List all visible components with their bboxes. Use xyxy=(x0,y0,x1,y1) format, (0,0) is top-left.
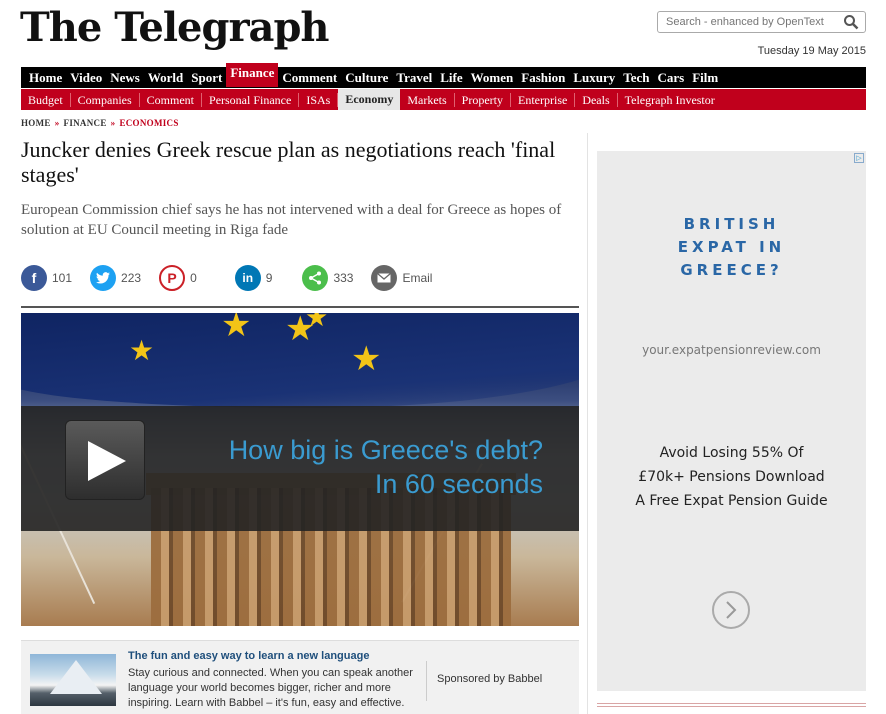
search-input[interactable] xyxy=(658,12,838,32)
subnav-isas[interactable]: ISAs xyxy=(299,92,339,107)
nav-home[interactable]: Home xyxy=(25,67,66,88)
subnav-deals[interactable]: Deals xyxy=(575,92,618,107)
mountain-image xyxy=(50,660,102,694)
share-facebook[interactable]: f 101 xyxy=(21,265,72,291)
nav-luxury[interactable]: Luxury xyxy=(569,67,619,88)
ad-url[interactable]: your.expatpensionreview.com xyxy=(597,343,866,357)
current-date: Tuesday 19 May 2015 xyxy=(757,45,866,57)
ad-body-line1: Avoid Losing 55% Of xyxy=(659,445,804,461)
promo-separator xyxy=(426,661,427,701)
article-standfirst: European Commission chief says he has no… xyxy=(21,202,562,238)
sharethis-count: 333 xyxy=(333,271,354,285)
promo-sponsor: Sponsored by Babbel xyxy=(437,673,543,685)
share-icon[interactable] xyxy=(302,265,329,291)
play-icon xyxy=(88,441,126,481)
linkedin-icon[interactable]: in xyxy=(234,265,261,291)
search-box[interactable] xyxy=(657,11,866,33)
secondary-nav: Budget Companies Comment Personal Financ… xyxy=(21,89,866,110)
nav-finance[interactable]: Finance xyxy=(226,62,279,87)
subnav-telegraph-investor[interactable]: Telegraph Investor xyxy=(618,93,722,107)
chevron-right-icon xyxy=(726,601,737,619)
promo-title[interactable]: The fun and easy way to learn a new lang… xyxy=(128,650,369,662)
nav-fashion[interactable]: Fashion xyxy=(517,67,569,88)
nav-life[interactable]: Life xyxy=(436,67,466,88)
promo-image[interactable] xyxy=(30,654,116,706)
subnav-markets[interactable]: Markets xyxy=(400,92,455,107)
ad-body-line3: A Free Expat Pension Guide xyxy=(635,493,828,509)
column-divider xyxy=(587,133,588,714)
ad-body-line2: £70k+ Pensions Download xyxy=(638,469,825,485)
nav-comment[interactable]: Comment xyxy=(278,67,341,88)
ad-headline-line1: BRITISH xyxy=(683,215,780,233)
breadcrumb-separator: » xyxy=(110,118,116,128)
pinterest-icon[interactable]: P xyxy=(159,265,186,291)
video-player[interactable]: ★ ★ ★ ★ ★ How big is Greece's debt? In 6… xyxy=(21,313,579,626)
facebook-count: 101 xyxy=(52,271,73,285)
facebook-icon[interactable]: f xyxy=(21,265,47,291)
star-icon: ★ xyxy=(129,336,155,367)
share-linkedin[interactable]: in 9 xyxy=(234,265,273,291)
subnav-enterprise[interactable]: Enterprise xyxy=(511,92,576,107)
subnav-comment[interactable]: Comment xyxy=(140,92,203,107)
primary-nav: Home Video News World Sport Finance Comm… xyxy=(21,62,866,88)
play-button[interactable] xyxy=(65,420,145,500)
star-icon: ★ xyxy=(305,313,329,332)
nav-film[interactable]: Film xyxy=(688,67,722,88)
ad-next-button[interactable] xyxy=(712,591,750,629)
search-icon[interactable] xyxy=(843,14,859,30)
advertisement[interactable]: ▷ BRITISH EXPAT IN GREECE? your.expatpen… xyxy=(597,151,866,691)
subnav-economy[interactable]: Economy xyxy=(338,89,401,110)
breadcrumb-economics[interactable]: ECONOMICS xyxy=(119,118,178,128)
nav-world[interactable]: World xyxy=(144,67,187,88)
article-headline: Juncker denies Greek rescue plan as nego… xyxy=(21,137,556,187)
nav-sport[interactable]: Sport xyxy=(187,67,226,88)
star-icon: ★ xyxy=(221,313,252,344)
ad-headline-line2: EXPAT IN xyxy=(677,238,786,256)
adchoices-icon[interactable]: ▷ xyxy=(854,153,864,163)
twitter-count: 223 xyxy=(121,271,142,285)
subnav-property[interactable]: Property xyxy=(455,92,511,107)
nav-culture[interactable]: Culture xyxy=(341,67,392,88)
pinterest-count: 0 xyxy=(190,271,197,285)
subnav-companies[interactable]: Companies xyxy=(71,92,140,107)
subnav-budget[interactable]: Budget xyxy=(21,92,71,107)
video-caption-line2: In 60 seconds xyxy=(374,469,543,499)
email-label: Email xyxy=(402,271,433,285)
nav-cars[interactable]: Cars xyxy=(654,67,689,88)
share-rule xyxy=(21,306,579,308)
nav-travel[interactable]: Travel xyxy=(392,67,436,88)
ad-body[interactable]: Avoid Losing 55% Of £70k+ Pensions Downl… xyxy=(597,441,866,513)
twitter-icon[interactable] xyxy=(90,265,117,291)
ad-headline[interactable]: BRITISH EXPAT IN GREECE? xyxy=(597,213,866,282)
breadcrumb-separator: » xyxy=(54,118,60,128)
breadcrumb-home[interactable]: HOME xyxy=(21,118,51,128)
share-bar: f 101 223 P 0 in 9 333 Email xyxy=(21,264,450,292)
linkedin-count: 9 xyxy=(265,271,273,285)
breadcrumb: HOME» FINANCE» ECONOMICS xyxy=(21,118,179,128)
promo-body: Stay curious and connected. When you can… xyxy=(128,667,413,709)
share-sharethis[interactable]: 333 xyxy=(302,265,353,291)
share-pinterest[interactable]: P 0 xyxy=(159,265,197,291)
ad-bottom-rule xyxy=(597,703,866,707)
sponsored-promo[interactable]: The fun and easy way to learn a new lang… xyxy=(21,640,579,714)
video-caption: How big is Greece's debt? In 60 seconds xyxy=(229,433,543,501)
nav-tech[interactable]: Tech xyxy=(619,67,653,88)
telegraph-logo[interactable]: The Telegraph xyxy=(20,4,330,51)
email-icon[interactable] xyxy=(371,265,398,291)
nav-women[interactable]: Women xyxy=(467,67,518,88)
breadcrumb-finance[interactable]: FINANCE xyxy=(64,118,107,128)
video-caption-line1: How big is Greece's debt? xyxy=(228,435,543,465)
nav-news[interactable]: News xyxy=(106,67,144,88)
share-email[interactable]: Email xyxy=(371,265,432,291)
star-icon: ★ xyxy=(351,341,382,378)
share-twitter[interactable]: 223 xyxy=(90,265,141,291)
subnav-personal-finance[interactable]: Personal Finance xyxy=(202,92,300,107)
nav-video[interactable]: Video xyxy=(66,67,106,88)
ad-headline-line3: GREECE? xyxy=(680,261,783,279)
